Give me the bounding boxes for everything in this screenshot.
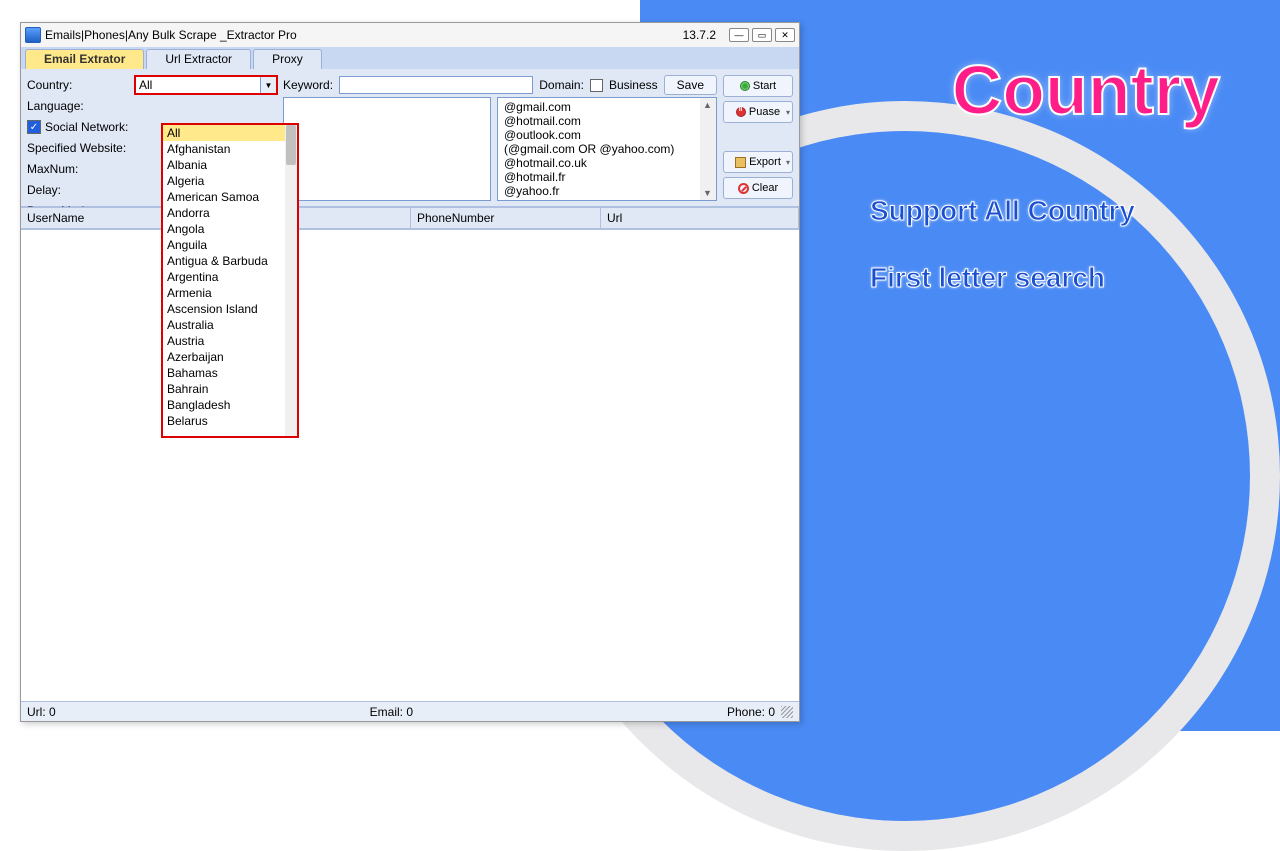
- export-button[interactable]: Export: [723, 151, 793, 173]
- keyword-label: Keyword:: [283, 78, 333, 92]
- business-checkbox[interactable]: [590, 79, 603, 92]
- domain-label: Domain:: [539, 78, 584, 92]
- dropdown-item[interactable]: Angola: [163, 221, 285, 237]
- pause-button[interactable]: Puase: [723, 101, 793, 123]
- dropdown-item[interactable]: Belarus: [163, 413, 285, 429]
- dropdown-item[interactable]: Bahrain: [163, 381, 285, 397]
- dropdown-item[interactable]: Armenia: [163, 285, 285, 301]
- tab-bar: Email Extrator Url Extractor Proxy: [21, 47, 799, 69]
- col-url[interactable]: Url: [601, 208, 799, 228]
- promo-title: Country: [952, 50, 1220, 130]
- specified-website-label: Specified Website:: [27, 141, 135, 155]
- dropdown-item[interactable]: Argentina: [163, 269, 285, 285]
- list-item[interactable]: @yahoo.fr: [504, 184, 710, 198]
- tab-proxy[interactable]: Proxy: [253, 49, 322, 69]
- scroll-down-icon[interactable]: ▼: [703, 188, 713, 198]
- scrollbar[interactable]: [700, 98, 716, 200]
- status-url: Url: 0: [27, 705, 56, 719]
- promo-line2: First letter search: [870, 262, 1105, 294]
- business-label: Business: [609, 78, 658, 92]
- mid-form: Keyword: Domain: Business Save @gmail.co…: [283, 75, 717, 200]
- statusbar: Url: 0 Email: 0 Phone: 0: [21, 701, 799, 721]
- resize-grip[interactable]: [781, 706, 793, 718]
- dropdown-item[interactable]: Algeria: [163, 173, 285, 189]
- list-item[interactable]: @gmail.com: [504, 100, 710, 114]
- pause-icon: [736, 107, 746, 117]
- maximize-button[interactable]: ▭: [752, 28, 772, 42]
- country-label: Country:: [27, 78, 135, 92]
- grid-header: UserName PhoneNumber Url: [21, 207, 799, 229]
- start-button[interactable]: Start: [723, 75, 793, 97]
- play-icon: [740, 81, 750, 91]
- delay-label: Delay:: [27, 183, 135, 197]
- country-combo[interactable]: All▼: [135, 76, 277, 94]
- tab-url-extractor[interactable]: Url Extractor: [146, 49, 251, 69]
- dropdown-item[interactable]: Andorra: [163, 205, 285, 221]
- domain-list[interactable]: @gmail.com @hotmail.com @outlook.com (@g…: [497, 97, 717, 201]
- status-email: Email: 0: [370, 705, 413, 719]
- dropdown-item[interactable]: Bahamas: [163, 365, 285, 381]
- list-item[interactable]: @hotmail.com: [504, 114, 710, 128]
- dropdown-item[interactable]: American Samoa: [163, 189, 285, 205]
- dropdown-item[interactable]: Antigua & Barbuda: [163, 253, 285, 269]
- scroll-up-icon[interactable]: ▲: [703, 100, 713, 110]
- clear-button[interactable]: Clear: [723, 177, 793, 199]
- social-checkbox[interactable]: ✓: [27, 120, 41, 134]
- app-icon: [25, 27, 41, 43]
- tab-email-extractor[interactable]: Email Extrator: [25, 49, 144, 69]
- dropdown-item[interactable]: Anguila: [163, 237, 285, 253]
- results-grid[interactable]: [21, 229, 799, 701]
- dropdown-item[interactable]: Afghanistan: [163, 141, 285, 157]
- list-item[interactable]: @hotmail.fr: [504, 170, 710, 184]
- list-item[interactable]: (@gmail.com OR @yahoo.com): [504, 142, 710, 156]
- dropdown-scrollbar[interactable]: [285, 125, 297, 436]
- dropdown-item[interactable]: Australia: [163, 317, 285, 333]
- col-phonenumber[interactable]: PhoneNumber: [411, 208, 601, 228]
- window-title: Emails|Phones|Any Bulk Scrape _Extractor…: [45, 28, 297, 42]
- dropdown-item[interactable]: Austria: [163, 333, 285, 349]
- language-label: Language:: [27, 99, 135, 113]
- titlebar: Emails|Phones|Any Bulk Scrape _Extractor…: [21, 23, 799, 47]
- dropdown-item[interactable]: Ascension Island: [163, 301, 285, 317]
- social-label: Social Network:: [45, 120, 128, 134]
- country-dropdown[interactable]: AllAfghanistanAlbaniaAlgeriaAmerican Sam…: [161, 123, 299, 438]
- minimize-button[interactable]: —: [729, 28, 749, 42]
- chevron-down-icon: ▼: [260, 77, 276, 93]
- dropdown-item[interactable]: All: [163, 125, 285, 141]
- list-item[interactable]: @outlook.com: [504, 128, 710, 142]
- action-buttons: Start Puase Export Clear: [723, 75, 793, 200]
- status-phone: Phone: 0: [727, 705, 775, 719]
- dropdown-item[interactable]: Bangladesh: [163, 397, 285, 413]
- keyword-input[interactable]: [339, 76, 533, 94]
- app-window: Emails|Phones|Any Bulk Scrape _Extractor…: [20, 22, 800, 722]
- promo-line1: Support All Country: [870, 195, 1135, 227]
- keyword-list[interactable]: [283, 97, 491, 201]
- close-button[interactable]: ✕: [775, 28, 795, 42]
- dropdown-item[interactable]: Azerbaijan: [163, 349, 285, 365]
- clear-icon: [738, 183, 749, 194]
- version-label: 13.7.2: [683, 28, 716, 42]
- maxnum-label: MaxNum:: [27, 162, 135, 176]
- save-button[interactable]: Save: [664, 75, 717, 95]
- export-icon: [735, 157, 746, 168]
- toolbar: Country: All▼ Language: ✓Social Network:…: [21, 69, 799, 207]
- list-item[interactable]: @hotmail.co.uk: [504, 156, 710, 170]
- dropdown-item[interactable]: Albania: [163, 157, 285, 173]
